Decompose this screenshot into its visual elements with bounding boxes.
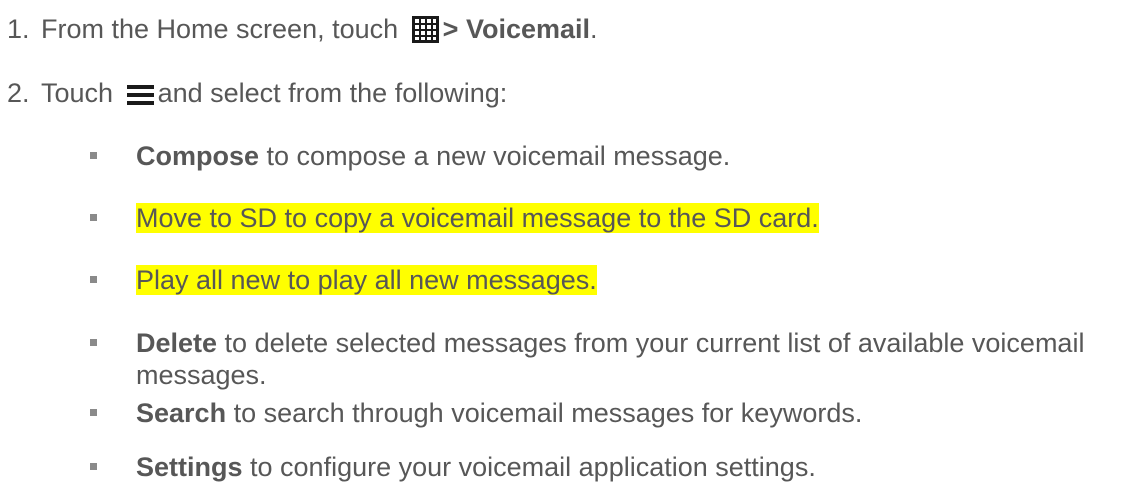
menu-icon (126, 82, 154, 114)
option-description: to delete selected messages from your cu… (136, 328, 1085, 390)
option-name: Compose (136, 141, 260, 171)
option-description: to configure your voicemail application … (242, 452, 816, 482)
step-2: 2. Touch and select from the following: (7, 77, 507, 114)
option-name: Search (136, 398, 227, 428)
step-text-continued: and select from the following: (157, 78, 508, 108)
apps-grid-icon (411, 16, 439, 50)
voicemail-path-label: > Voicemail (442, 14, 590, 44)
option-name: Delete (136, 328, 218, 358)
option-description-highlighted: Move to SD to copy a voicemail message t… (136, 203, 819, 233)
option-name: Settings (136, 452, 243, 482)
bullet-marker (90, 339, 97, 346)
instructions-document: 1. From the Home screen, touch > Voicema… (0, 0, 1138, 482)
step-number: 1. (7, 14, 30, 44)
option-description-highlighted: Play all new to play all new messages. (136, 265, 597, 295)
step-text: Touch (41, 78, 114, 108)
option-description: to compose a new voicemail message. (259, 141, 731, 171)
option-description: to search through voicemail messages for… (226, 398, 863, 428)
step-punctuation: . (590, 14, 598, 44)
bullet-marker (90, 409, 97, 416)
bullet-marker (90, 214, 97, 221)
bullet-marker (90, 276, 97, 283)
bullet-marker (90, 152, 97, 159)
step-1: 1. From the Home screen, touch > Voicema… (7, 13, 598, 50)
step-text: From the Home screen, touch (41, 14, 399, 44)
step-number: 2. (7, 78, 30, 108)
